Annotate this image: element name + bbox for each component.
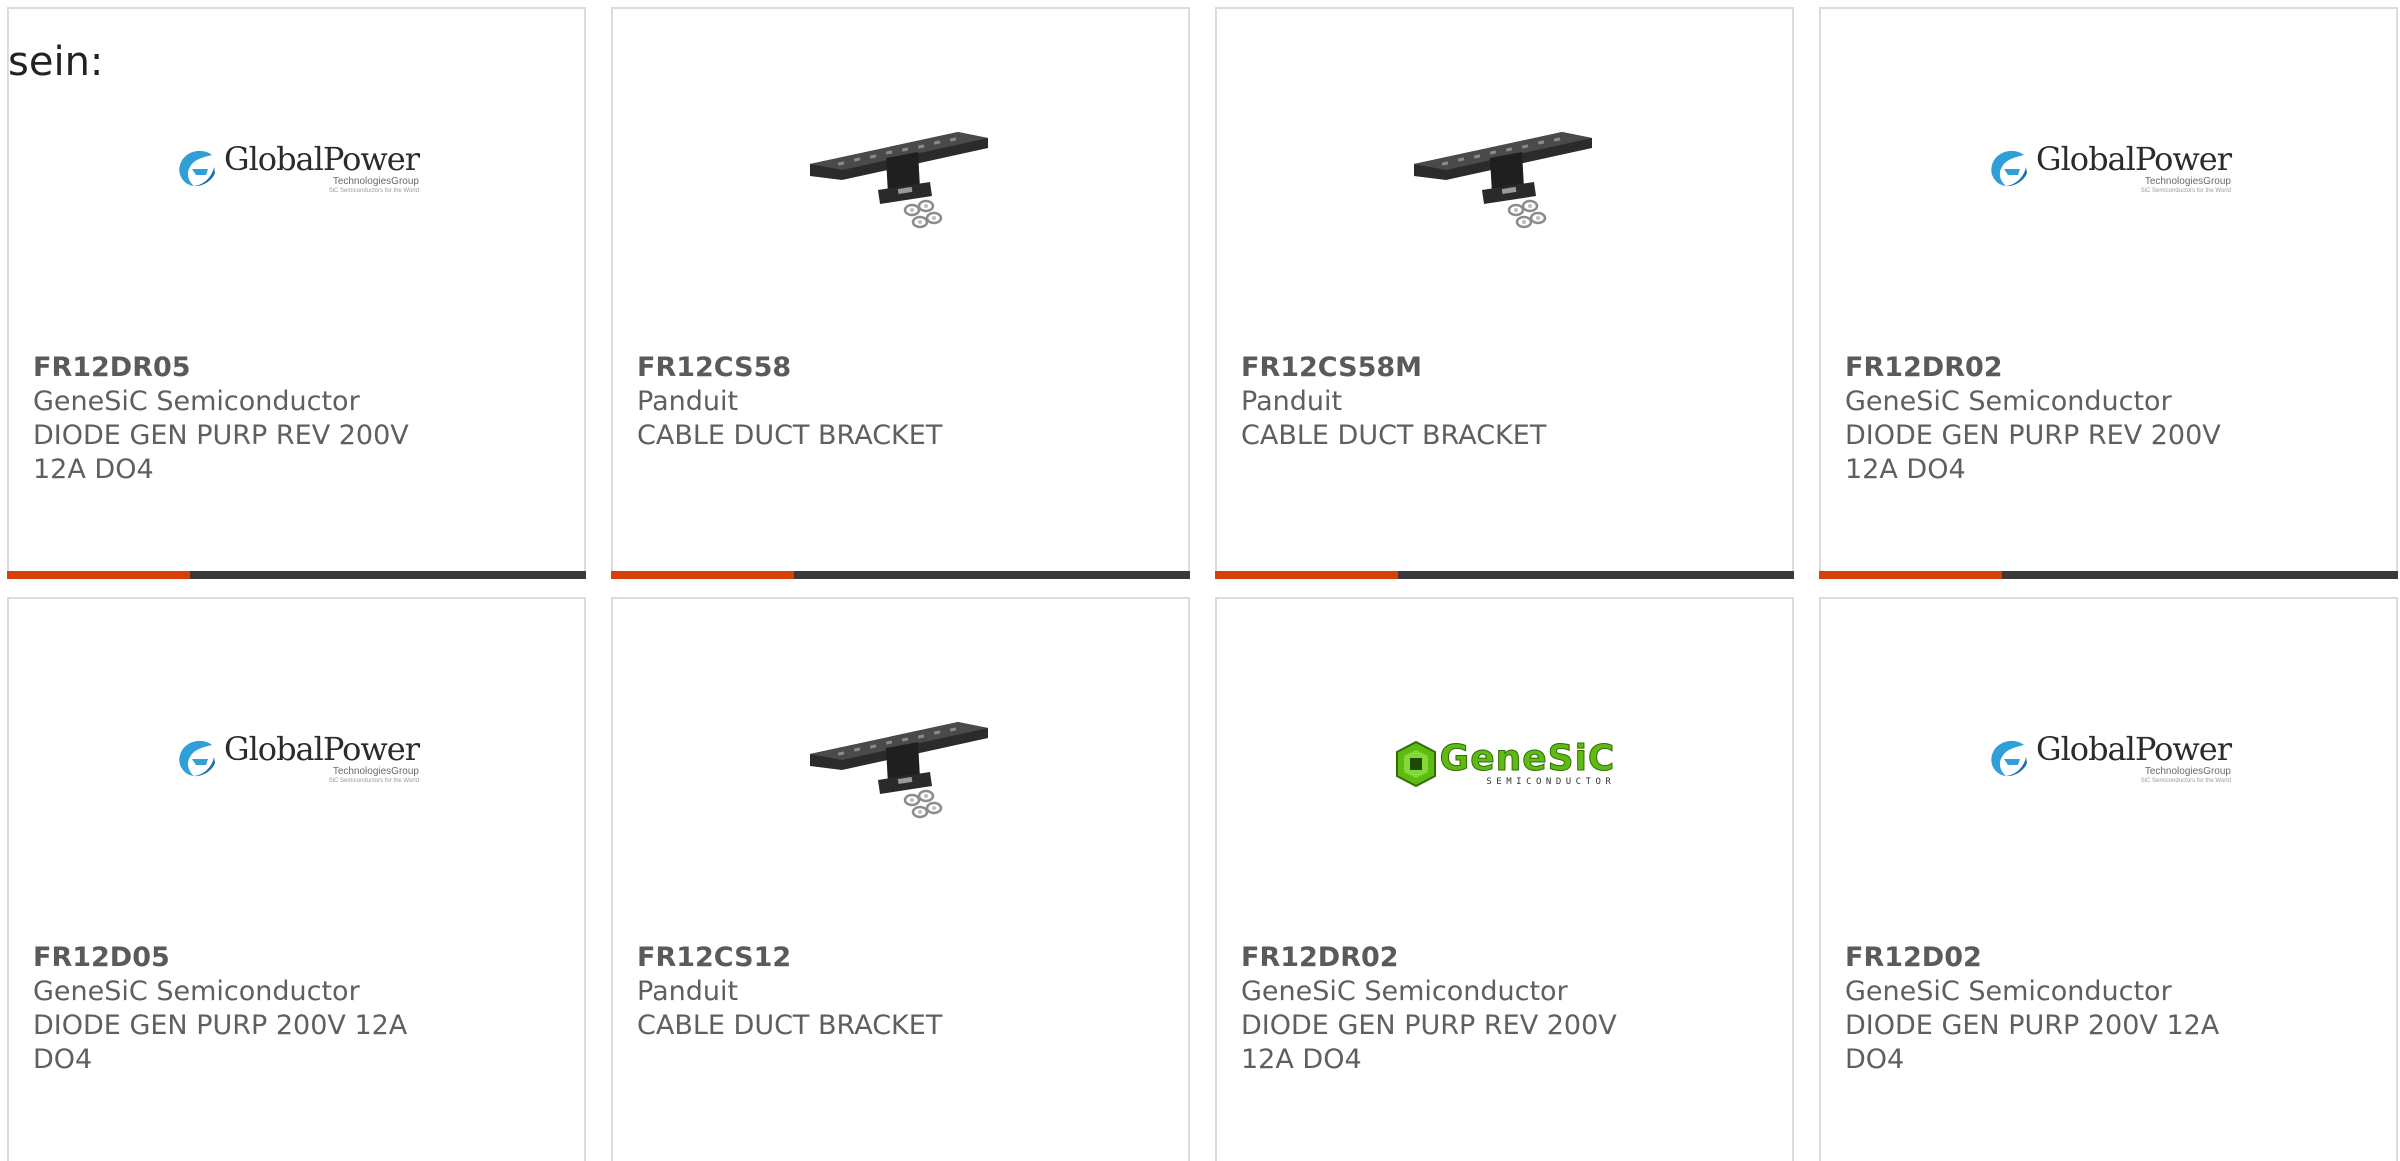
product-part-number[interactable]: FR12DR05 [33,351,453,385]
cable-duct-bracket-photo [809,722,988,819]
genesic-logo-sub: SEMICONDUCTOR [1486,776,1616,787]
card-bottom-bar [1215,571,1794,579]
product-description: DIODE GEN PURP REV 200V 12A DO4 [1241,1010,1617,1075]
product-image[interactable] [613,9,1188,339]
globalpower-swirl-icon [179,740,215,777]
product-image[interactable]: GlobalPower TechnologiesGroup SiC Semico… [1821,599,2396,929]
globalpower-logo-tagline: SiC Semiconductors for the World [328,777,419,784]
globalpower-logo-sub: TechnologiesGroup [332,765,419,777]
product-info: FR12CS12 Panduit CABLE DUCT BRACKET [637,941,1057,1043]
product-description: DIODE GEN PURP REV 200V 12A DO4 [1845,420,2221,485]
card-bottom-bar [1819,571,2398,579]
globalpower-logo-tagline: SiC Semiconductors for the World [2140,187,2231,194]
product-grid-page: sein: GlobalPower TechnologiesGroup SiC … [0,0,2400,1161]
card-bottom-bar-accent [1819,571,2002,579]
product-image[interactable] [1217,9,1792,339]
globalpower-logo-tagline: SiC Semiconductors for the World [328,187,419,194]
globalpower-swirl-icon [179,150,215,187]
product-info: FR12DR05 GeneSiC Semiconductor DIODE GEN P… [33,351,453,487]
product-card[interactable]: GlobalPower TechnologiesGroup SiC Semico… [1819,7,2398,579]
cable-duct-bracket-photo [1413,132,1592,229]
product-manufacturer: GeneSiC Semiconductor [1845,386,2172,417]
product-card[interactable]: GlobalPower TechnologiesGroup SiC Semico… [7,597,586,1161]
globalpower-logo-sub: TechnologiesGroup [2144,175,2231,187]
product-description: DIODE GEN PURP 200V 12A DO4 [33,1010,408,1075]
product-part-number[interactable]: FR12D05 [33,941,453,975]
product-image[interactable] [613,599,1188,929]
product-info: FR12D02 GeneSiC Semiconductor DIODE GEN PU… [1845,941,2265,1077]
product-manufacturer: GeneSiC Semiconductor [1845,976,2172,1007]
product-card[interactable]: GlobalPower TechnologiesGroup SiC Semico… [7,7,586,579]
product-part-number[interactable]: FR12CS58 [637,351,1057,385]
product-info: FR12DR02 GeneSiC Semiconductor DIODE GEN P… [1241,941,1661,1077]
globalpower-logo: GlobalPower TechnologiesGroup SiC Semico… [1986,139,2232,195]
genesic-logo-name: GeneSiC [1439,737,1616,779]
product-card[interactable]: GeneSiC SEMICONDUCTOR FR12DR02 GeneSiC Se… [1215,597,1794,1161]
product-card[interactable]: FR12CS58M Panduit CABLE DUCT BRACKET [1215,7,1794,579]
globalpower-logo-tagline: SiC Semiconductors for the World [2140,777,2231,784]
globalpower-logo-name: GlobalPower [224,139,420,178]
card-bottom-bar [7,571,586,579]
product-image[interactable]: GlobalPower TechnologiesGroup SiC Semico… [1821,9,2396,339]
product-part-number[interactable]: FR12CS58M [1241,351,1661,385]
product-description: CABLE DUCT BRACKET [637,1010,943,1041]
genesic-gem-icon [1395,740,1436,788]
globalpower-logo: GlobalPower TechnologiesGroup SiC Semico… [1986,729,2232,785]
card-bottom-bar-accent [7,571,190,579]
product-manufacturer: Panduit [637,976,739,1007]
intro-text: sein: [8,39,104,85]
product-manufacturer: GeneSiC Semiconductor [33,386,360,417]
globalpower-logo-sub: TechnologiesGroup [2144,765,2231,777]
product-description: CABLE DUCT BRACKET [637,420,943,451]
card-bottom-bar [611,571,1190,579]
product-manufacturer: Panduit [637,386,739,417]
card-bottom-bar-accent [1215,571,1398,579]
product-manufacturer: GeneSiC Semiconductor [33,976,360,1007]
globalpower-logo-name: GlobalPower [224,729,420,768]
product-part-number[interactable]: FR12CS12 [637,941,1057,975]
product-manufacturer: Panduit [1241,386,1343,417]
globalpower-swirl-icon [1991,150,2027,187]
product-info: FR12D05 GeneSiC Semiconductor DIODE GEN PU… [33,941,453,1077]
product-part-number[interactable]: FR12D02 [1845,941,2265,975]
product-card[interactable]: FR12CS12 Panduit CABLE DUCT BRACKET [611,597,1190,1161]
product-image[interactable]: GeneSiC SEMICONDUCTOR [1217,599,1792,929]
product-card[interactable]: FR12CS58 Panduit CABLE DUCT BRACKET [611,7,1190,579]
product-image[interactable]: GlobalPower TechnologiesGroup SiC Semico… [9,599,584,929]
product-card[interactable]: GlobalPower TechnologiesGroup SiC Semico… [1819,597,2398,1161]
globalpower-logo-name: GlobalPower [2036,139,2232,178]
product-info: FR12CS58 Panduit CABLE DUCT BRACKET [637,351,1057,453]
globalpower-logo-name: GlobalPower [2036,729,2232,768]
globalpower-logo: GlobalPower TechnologiesGroup SiC Semico… [174,729,420,785]
product-description: DIODE GEN PURP REV 200V 12A DO4 [33,420,409,485]
card-bottom-bar-accent [611,571,794,579]
cable-duct-bracket-photo [809,132,988,229]
product-manufacturer: GeneSiC Semiconductor [1241,976,1568,1007]
product-description: DIODE GEN PURP 200V 12A DO4 [1845,1010,2220,1075]
product-description: CABLE DUCT BRACKET [1241,420,1547,451]
product-part-number[interactable]: FR12DR02 [1241,941,1661,975]
product-info: FR12CS58M Panduit CABLE DUCT BRACKET [1241,351,1661,453]
product-info: FR12DR02 GeneSiC Semiconductor DIODE GEN P… [1845,351,2265,487]
globalpower-swirl-icon [1991,740,2027,777]
product-part-number[interactable]: FR12DR02 [1845,351,2265,385]
genesic-logo: GeneSiC SEMICONDUCTOR [1394,740,1616,788]
globalpower-logo-sub: TechnologiesGroup [332,175,419,187]
globalpower-logo: GlobalPower TechnologiesGroup SiC Semico… [174,139,420,195]
